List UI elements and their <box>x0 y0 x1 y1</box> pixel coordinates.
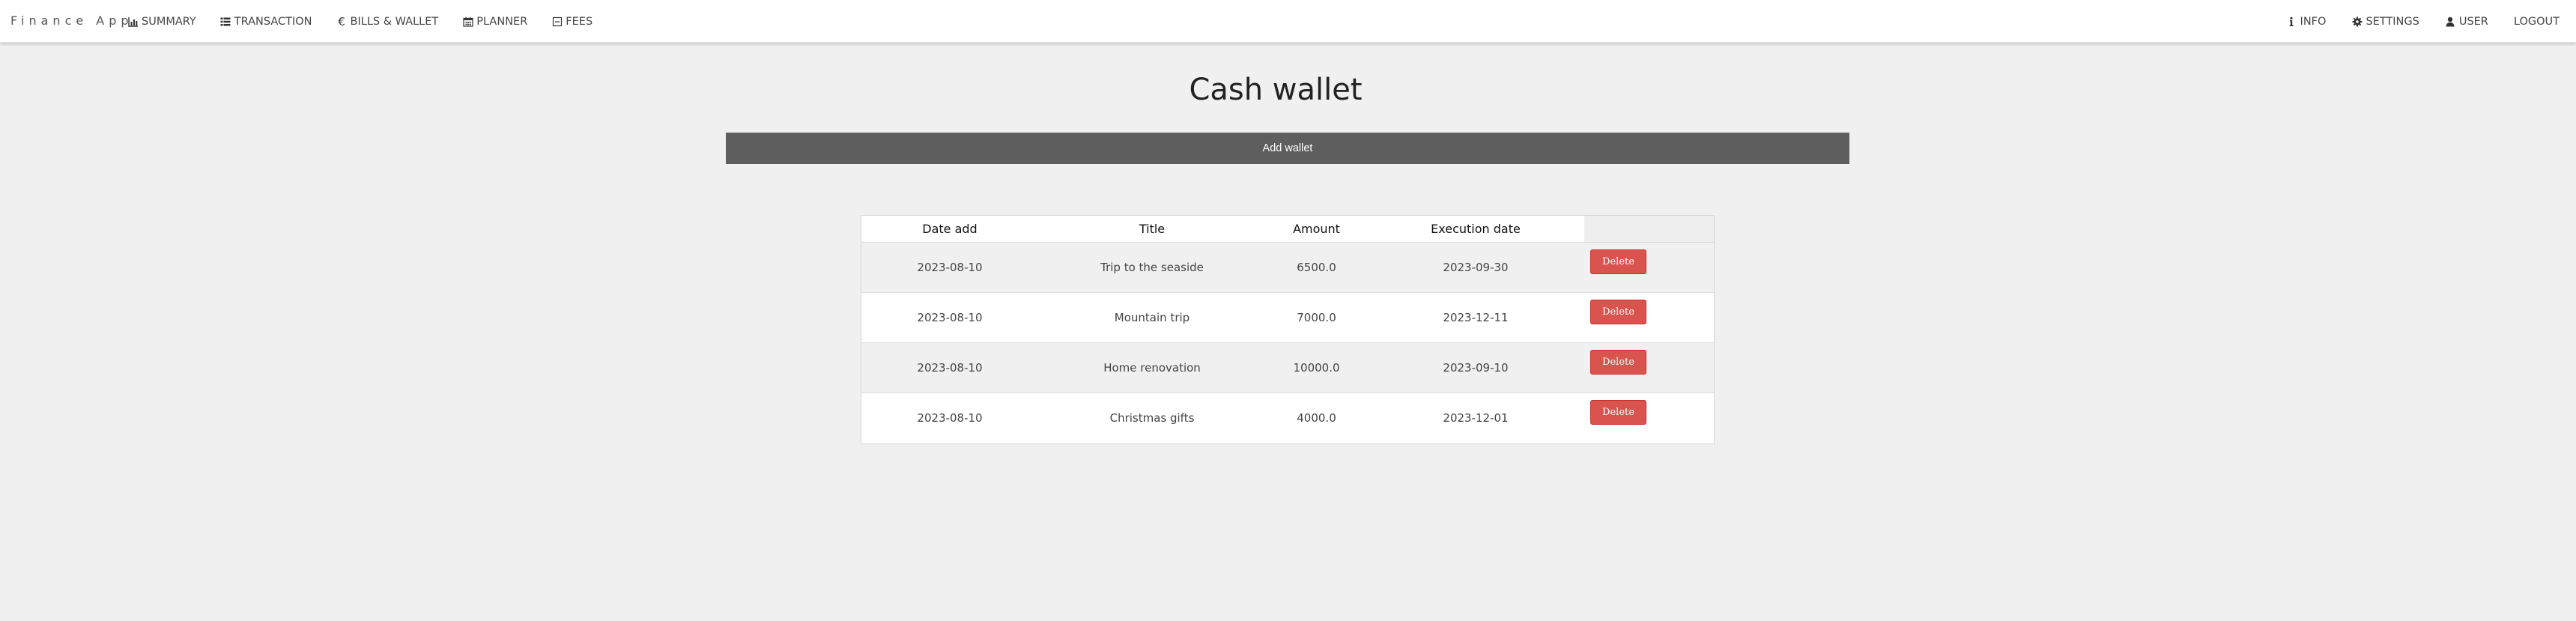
delete-button[interactable]: Delete <box>1590 249 1646 274</box>
cell-title: Mountain trip <box>1038 291 1266 342</box>
nav-bills-wallet-label: BILLS & WALLET <box>350 15 439 28</box>
top-navbar: Finance App SUMMARY TRANSACTION € BILLS … <box>0 0 2576 43</box>
column-header-date-add: Date add <box>861 216 1038 242</box>
page-title: Cash wallet <box>1189 73 1363 107</box>
cell-date-add: 2023-08-10 <box>861 291 1038 342</box>
cell-amount: 7000.0 <box>1266 291 1367 342</box>
nav-info[interactable]: INFO <box>2286 14 2327 29</box>
info-icon <box>2286 16 2297 27</box>
bar-chart-icon <box>127 16 139 27</box>
calendar-icon <box>462 16 473 27</box>
table-row: 2023-08-10 Trip to the seaside 6500.0 20… <box>861 241 1714 292</box>
wallet-table: Date add Title Amount Execution date 202… <box>861 216 1714 443</box>
wallet-table-container: Date add Title Amount Execution date 202… <box>861 215 1715 444</box>
nav-logout[interactable]: LOGOUT <box>2514 14 2560 29</box>
cell-execution-date: 2023-12-01 <box>1367 392 1584 443</box>
nav-right: INFO SETTINGS USER LOGOUT <box>2261 0 2560 43</box>
table-row: 2023-08-10 Christmas gifts 4000.0 2023-1… <box>861 392 1714 443</box>
nav-summary-label: SUMMARY <box>142 15 196 28</box>
user-icon <box>2445 16 2456 27</box>
cell-execution-date: 2023-12-11 <box>1367 291 1584 342</box>
nav-transaction[interactable]: TRANSACTION <box>220 14 312 29</box>
cell-execution-date: 2023-09-30 <box>1367 241 1584 292</box>
nav-planner[interactable]: PLANNER <box>462 14 527 29</box>
cell-title: Christmas gifts <box>1038 392 1266 443</box>
cell-actions: Delete <box>1584 392 1714 443</box>
nav-left: SUMMARY TRANSACTION € BILLS & WALLET PLA… <box>127 0 616 43</box>
nav-summary[interactable]: SUMMARY <box>127 14 196 29</box>
table-row: 2023-08-10 Home renovation 10000.0 2023-… <box>861 342 1714 393</box>
nav-transaction-label: TRANSACTION <box>234 15 312 28</box>
table-header-row: Date add Title Amount Execution date <box>861 216 1714 242</box>
table-row: 2023-08-10 Mountain trip 7000.0 2023-12-… <box>861 291 1714 342</box>
cell-execution-date: 2023-09-10 <box>1367 342 1584 393</box>
column-header-actions <box>1584 216 1714 242</box>
nav-logout-label: LOGOUT <box>2513 15 2560 28</box>
nav-fees-label: FEES <box>566 15 593 28</box>
column-header-execution-date: Execution date <box>1367 216 1584 242</box>
cell-amount: 6500.0 <box>1266 241 1367 292</box>
minus-square-icon <box>551 16 563 27</box>
euro-icon: € <box>338 14 345 28</box>
cell-date-add: 2023-08-10 <box>861 392 1038 443</box>
nav-bills-wallet[interactable]: € BILLS & WALLET <box>336 14 439 29</box>
add-wallet-button[interactable]: Add wallet <box>726 133 1849 164</box>
delete-button[interactable]: Delete <box>1590 299 1646 324</box>
cell-amount: 4000.0 <box>1266 392 1367 443</box>
delete-button[interactable]: Delete <box>1590 399 1646 425</box>
list-icon <box>220 16 231 27</box>
nav-info-label: INFO <box>2300 15 2327 28</box>
cell-title: Home renovation <box>1038 342 1266 393</box>
cell-date-add: 2023-08-10 <box>861 342 1038 393</box>
column-header-amount: Amount <box>1266 216 1367 242</box>
cell-actions: Delete <box>1584 342 1714 393</box>
nav-settings[interactable]: SETTINGS <box>2351 14 2419 29</box>
delete-button[interactable]: Delete <box>1590 349 1646 375</box>
cell-actions: Delete <box>1584 291 1714 342</box>
cell-title: Trip to the seaside <box>1038 241 1266 292</box>
nav-settings-label: SETTINGS <box>2366 15 2419 28</box>
brand-logo[interactable]: Finance App <box>10 13 133 29</box>
cell-amount: 10000.0 <box>1266 342 1367 393</box>
column-header-title: Title <box>1038 216 1266 242</box>
nav-user-label: USER <box>2458 15 2488 28</box>
cell-actions: Delete <box>1584 241 1714 292</box>
nav-fees[interactable]: FEES <box>551 14 593 29</box>
cell-date-add: 2023-08-10 <box>861 241 1038 292</box>
nav-planner-label: PLANNER <box>476 15 528 28</box>
gear-icon <box>2351 16 2363 27</box>
nav-user[interactable]: USER <box>2445 14 2488 29</box>
